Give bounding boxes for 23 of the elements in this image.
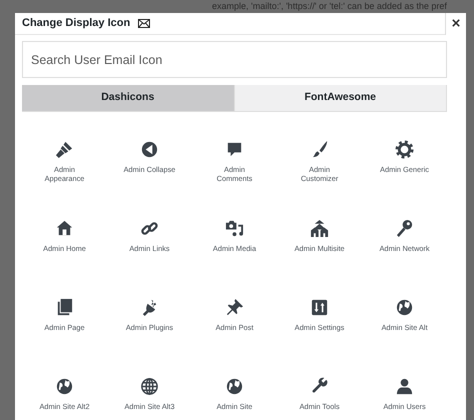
close-button[interactable]: × — [445, 13, 466, 34]
globe-icon — [225, 377, 244, 396]
camera-music-icon — [225, 219, 244, 238]
tab[interactable]: FontAwesome — [234, 85, 447, 112]
envelope-icon — [138, 19, 150, 28]
pushpin-icon — [225, 298, 244, 317]
background-text: example, 'mailto:', 'https://' or 'tel:' can be added as the pref — [212, 0, 448, 12]
gear-icon — [395, 140, 414, 159]
tab[interactable]: Dashicons — [22, 85, 234, 112]
home-icon — [55, 219, 74, 238]
collapse-icon — [140, 140, 159, 159]
key-icon — [395, 219, 414, 238]
speech-bubble-icon — [225, 140, 244, 159]
globe-icon — [55, 377, 74, 396]
globe-grid-icon — [140, 377, 159, 396]
globe-icon — [395, 298, 414, 317]
search-field[interactable]: Search User Email Icon — [22, 41, 447, 78]
houses-icon — [310, 219, 329, 238]
link-icon — [140, 219, 159, 238]
user-icon — [395, 377, 414, 396]
pages-icon — [55, 298, 74, 317]
dialog-title: Change Display Icon — [21, 16, 130, 32]
sliders-icon — [310, 298, 329, 317]
